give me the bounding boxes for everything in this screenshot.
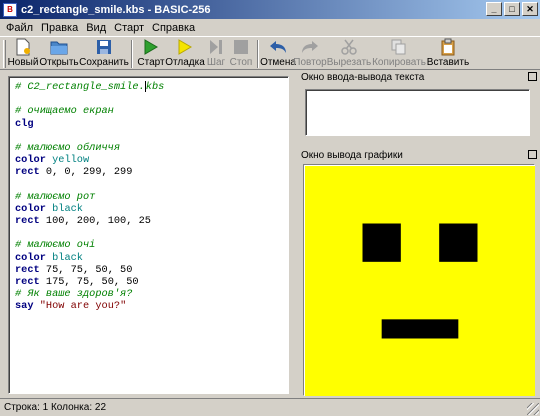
code-line: rect 75, 75, 50, 50 <box>15 263 133 276</box>
title-bar[interactable]: B c2_rectangle_smile.kbs - BASIC-256 _ □… <box>0 0 540 19</box>
code-line: # малюємо обличчя <box>15 141 121 154</box>
step-icon <box>207 38 225 56</box>
new-button[interactable]: Новый <box>8 37 38 70</box>
open-folder-icon <box>50 38 68 56</box>
graphics-header: Окно вывода графики <box>299 148 539 162</box>
new-file-icon <box>14 38 32 56</box>
code-line: color yellow <box>15 154 90 167</box>
code-line: say "How are you?" <box>15 300 127 313</box>
code-line: # C2_rectangle_smile.kbs <box>15 81 165 94</box>
copy-icon <box>390 38 408 56</box>
run-button[interactable]: Старт <box>136 37 166 70</box>
menu-edit[interactable]: Правка <box>37 22 82 34</box>
clipboard-icon <box>439 38 457 56</box>
code-line: color black <box>15 251 83 264</box>
redo-arrow-icon <box>301 38 319 56</box>
stop-icon <box>232 38 250 56</box>
minimize-button[interactable]: _ <box>486 2 502 16</box>
code-line: # Як ваше здоров'я? <box>15 288 133 301</box>
text-io-title: Окно ввода-вывода текста <box>301 71 425 83</box>
menu-view[interactable]: Вид <box>82 22 110 34</box>
code-line: color black <box>15 202 83 215</box>
code-line: rect 0, 0, 299, 299 <box>15 166 133 179</box>
paste-button[interactable]: Вставить <box>426 37 470 70</box>
window-title: c2_rectangle_smile.kbs - BASIC-256 <box>21 3 211 16</box>
stop-button[interactable]: Стоп <box>228 37 254 70</box>
menu-file[interactable]: Файл <box>2 22 37 34</box>
maximize-button[interactable]: □ <box>504 2 520 16</box>
float-icon[interactable] <box>528 72 537 81</box>
app-icon: B <box>3 2 17 17</box>
menu-help[interactable]: Справка <box>148 22 199 34</box>
code-line: rect 175, 75, 50, 50 <box>15 276 139 288</box>
menu-bar: Файл Правка Вид Старт Справка <box>0 19 540 36</box>
copy-button[interactable]: Копировать <box>372 37 426 70</box>
left-eye-rect <box>362 223 401 262</box>
debug-play-icon <box>176 38 194 56</box>
resize-grip[interactable] <box>527 403 539 415</box>
status-bar: Строка: 1 Колонка: 22 <box>0 398 540 416</box>
code-line: # очищаемо екран <box>15 105 114 118</box>
step-button[interactable]: Шаг <box>204 37 228 70</box>
face-rect <box>305 166 535 396</box>
toolbar-separator <box>131 40 133 68</box>
play-icon <box>142 38 160 56</box>
menu-run[interactable]: Старт <box>110 22 148 34</box>
code-line: # малюємо очі <box>15 239 96 252</box>
code-line: # малюємо рот <box>15 190 96 203</box>
float-icon[interactable] <box>528 150 537 159</box>
mouth-rect <box>381 319 459 339</box>
text-io-header: Окно ввода-вывода текста <box>299 70 539 84</box>
undo-arrow-icon <box>269 38 287 56</box>
save-disk-icon <box>95 38 113 56</box>
cut-button[interactable]: Вырезать <box>326 37 372 70</box>
undo-button[interactable]: Отмена <box>260 37 296 70</box>
cursor-position: Строка: 1 Колонка: 22 <box>4 402 107 413</box>
graphics-title: Окно вывода графики <box>301 149 403 161</box>
save-button[interactable]: Сохранить <box>79 37 129 70</box>
debug-button[interactable]: Отладка <box>165 37 205 70</box>
toolbar: Новый Открыть Сохранить Старт Отладка Ша… <box>0 36 540 70</box>
right-eye-rect <box>439 223 478 262</box>
scissors-icon <box>340 38 358 56</box>
text-output-area[interactable] <box>305 89 530 136</box>
code-line: clg <box>15 117 34 130</box>
graphics-output[interactable] <box>303 164 535 396</box>
code-line: rect 100, 200, 100, 25 <box>15 215 151 228</box>
toolbar-separator <box>257 40 259 68</box>
redo-button[interactable]: Повтор <box>293 37 327 70</box>
code-editor[interactable]: # C2_rectangle_smile.kbs # очищаемо екра… <box>8 76 289 394</box>
close-button[interactable]: ✕ <box>522 2 538 16</box>
toolbar-grip[interactable] <box>3 40 6 68</box>
open-button[interactable]: Открыть <box>38 37 80 70</box>
